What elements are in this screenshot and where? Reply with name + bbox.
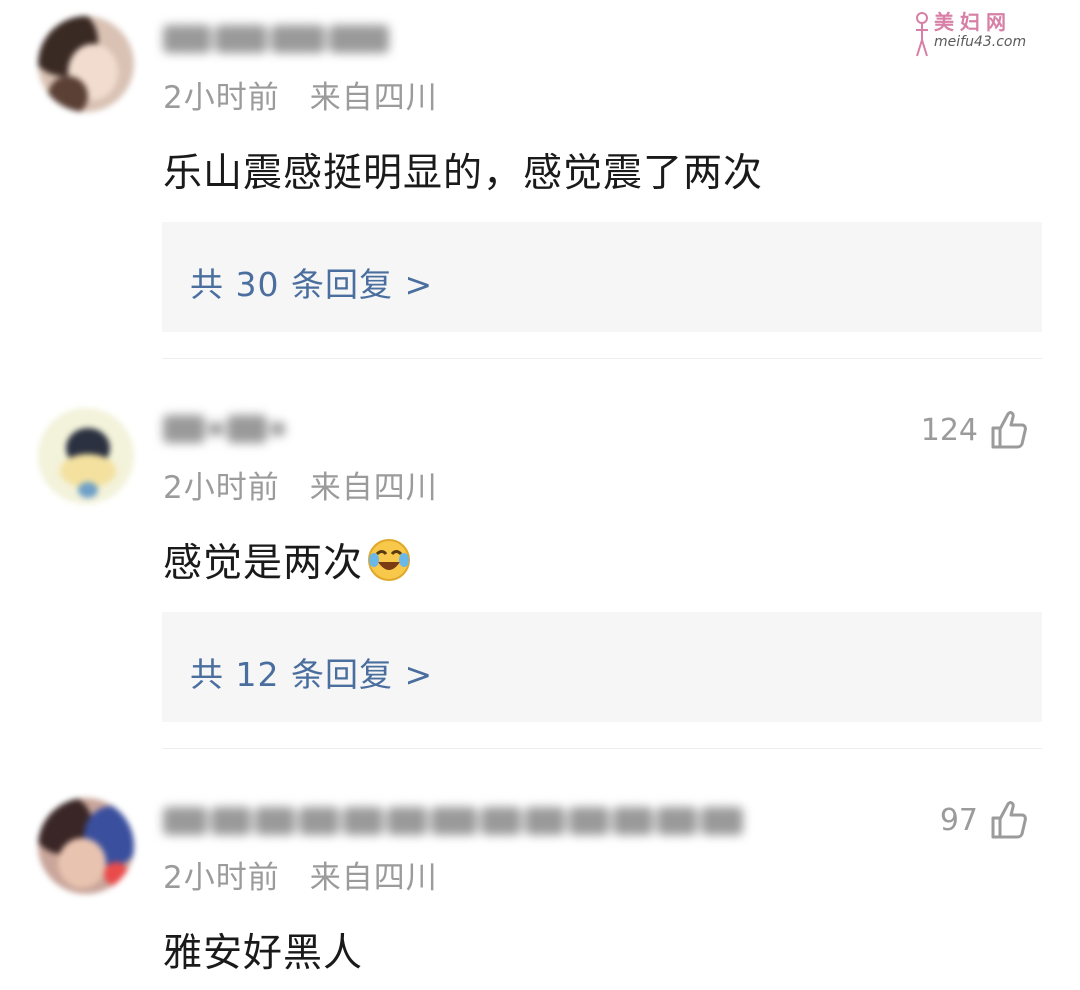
like-button[interactable]: 97: [940, 800, 1028, 840]
thumbs-up-icon: [991, 801, 1027, 839]
username-blurred[interactable]: [163, 22, 389, 56]
comment-meta: 2小时前 来自四川: [163, 462, 438, 507]
comment-time: 2小时前: [163, 80, 280, 116]
watermark-text: 美妇网: [934, 10, 1012, 34]
watermark-logo-icon: [916, 12, 928, 57]
comment-text: 乐山震感挺明显的，感觉震了两次: [163, 151, 764, 196]
replies-box[interactable]: 共 12 条回复 >: [162, 612, 1042, 722]
avatar[interactable]: [38, 16, 134, 112]
like-button[interactable]: 124: [921, 410, 1028, 450]
thumbs-up-icon: [991, 411, 1027, 449]
comment-meta: 2小时前 来自四川: [163, 72, 438, 117]
comment-text-row: 感觉是两次: [163, 532, 411, 592]
like-count: 97: [939, 802, 978, 838]
view-replies-link[interactable]: 共 30 条回复 >: [190, 258, 433, 306]
username-blurred[interactable]: [163, 412, 285, 446]
watermark-url: meifu43.com: [934, 34, 1027, 50]
avatar[interactable]: [38, 408, 134, 504]
watermark: 美妇网 meifu43.com: [912, 6, 1032, 62]
replies-box[interactable]: 共 30 条回复 >: [162, 222, 1042, 332]
laughing-crying-emoji-icon: [367, 538, 411, 592]
view-replies-link[interactable]: 共 12 条回复 >: [190, 648, 433, 696]
comment-time: 2小时前: [163, 860, 280, 896]
divider: [162, 748, 1042, 749]
comment-text: 雅安好黑人: [163, 931, 364, 976]
comment-location: 来自四川: [309, 470, 438, 506]
comment-location: 来自四川: [309, 860, 438, 896]
like-count: 124: [920, 412, 978, 448]
comment-meta: 2小时前 来自四川: [163, 852, 438, 897]
divider: [162, 358, 1042, 359]
username-blurred[interactable]: [163, 804, 743, 838]
avatar[interactable]: [38, 798, 134, 894]
comment-time: 2小时前: [163, 470, 280, 506]
comment-location: 来自四川: [309, 80, 438, 116]
comment-text: 感觉是两次: [163, 541, 364, 586]
